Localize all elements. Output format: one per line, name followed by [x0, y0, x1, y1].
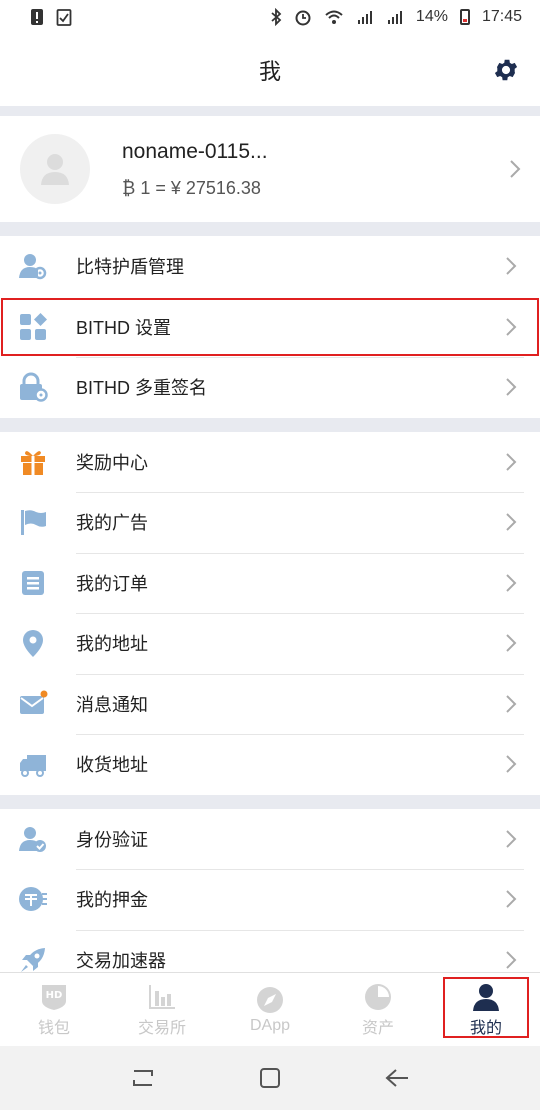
user-verified-icon: [18, 824, 48, 854]
svg-text:HD: HD: [46, 990, 63, 1001]
status-bar: 14% 17:45: [0, 0, 540, 34]
chevron-right-icon: [504, 256, 518, 276]
btc-rate: ₿ 1 = ¥ 27516.38: [122, 177, 261, 198]
header: 我: [0, 34, 540, 106]
menu-item-shield-manage[interactable]: 比特护盾管理: [0, 236, 540, 297]
bluetooth-icon: [271, 8, 282, 26]
menu-item-bithd-multisig[interactable]: BITHD 多重签名: [0, 357, 540, 418]
avatar: [20, 134, 90, 204]
menu-item-my-deposit[interactable]: 我的押金: [0, 869, 540, 930]
menu-item-label: BITHD 多重签名: [76, 378, 208, 399]
location-pin-icon: [18, 628, 48, 658]
menu-item-label: 我的地址: [76, 634, 148, 655]
settings-gear-icon[interactable]: [492, 56, 520, 84]
hd-wallet-icon: HD: [39, 982, 69, 1012]
chevron-right-icon: [504, 512, 518, 532]
mail-icon: [18, 689, 48, 719]
flag-icon: [18, 507, 48, 537]
battery-icon: [459, 9, 470, 25]
battery-percent: 14%: [415, 8, 448, 25]
chevron-right-icon: [504, 633, 518, 653]
tab-wallet[interactable]: HD 钱包: [0, 973, 108, 1046]
back-button[interactable]: [377, 1058, 417, 1098]
menu-item-label: 奖励中心: [76, 452, 148, 473]
back-arrow-icon: [385, 1069, 408, 1087]
home-button[interactable]: [250, 1058, 290, 1098]
menu-item-label: 身份验证: [76, 829, 148, 850]
tab-dapp[interactable]: DApp: [216, 973, 324, 1046]
rocket-icon: [18, 945, 48, 975]
menu-item-label: 我的押金: [76, 890, 148, 911]
chevron-right-icon: [504, 754, 518, 774]
chevron-right-icon: [504, 573, 518, 593]
lock-gear-icon: [18, 372, 48, 402]
account-group: 奖励中心 我的广告 我的订单 我的地址 消息通知 收货地址: [0, 431, 540, 795]
content: noname-0115... ₿ 1 = ¥ 27516.38 比特护盾管理 B…: [0, 106, 540, 1110]
profile-card[interactable]: noname-0115... ₿ 1 = ¥ 27516.38: [0, 116, 540, 222]
page-title: 我: [258, 59, 281, 84]
chevron-right-icon: [504, 889, 518, 909]
pie-chart-icon: [363, 982, 393, 1012]
bottom-tab-bar: HD 钱包 交易所 DApp 资产 我的: [0, 972, 540, 1046]
signal-3g-icon: [387, 11, 402, 24]
profile-name: noname-0115...: [122, 139, 268, 163]
menu-item-my-orders[interactable]: 我的订单: [0, 552, 540, 614]
menu-item-label: 消息通知: [76, 694, 148, 715]
menu-item-label: 比特护盾管理: [76, 257, 184, 278]
order-list-icon: [18, 568, 48, 598]
menu-item-label: 我的广告: [76, 513, 148, 534]
chevron-right-icon: [504, 452, 518, 472]
recent-apps-icon: [133, 1070, 154, 1086]
tab-label: 交易所: [137, 1019, 186, 1037]
menu-item-my-ads[interactable]: 我的广告: [0, 492, 540, 553]
tab-exchange[interactable]: 交易所: [108, 973, 216, 1046]
alert-icon: [31, 9, 43, 25]
tab-label: 我的: [469, 1019, 502, 1037]
home-square-icon: [259, 1068, 280, 1088]
chevron-right-icon: [504, 317, 518, 337]
compass-icon: [255, 985, 285, 1015]
chevron-right-icon: [504, 694, 518, 714]
chevron-right-icon: [504, 950, 518, 970]
menu-item-identity-verify[interactable]: 身份验证: [0, 809, 540, 870]
tab-label: 资产: [361, 1019, 394, 1037]
tab-label: DApp: [249, 1016, 291, 1034]
user-gear-icon: [18, 251, 48, 281]
tab-label: 钱包: [37, 1019, 70, 1037]
menu-item-my-address[interactable]: 我的地址: [0, 613, 540, 674]
exchange-chart-icon: [147, 982, 177, 1012]
signal-4g-icon: [357, 11, 372, 24]
menu-item-label: 我的订单: [76, 573, 148, 594]
chevron-right-icon: [504, 377, 518, 397]
gift-icon: [18, 447, 48, 477]
chevron-right-icon: [508, 159, 522, 179]
alarm-icon: [295, 10, 311, 26]
menu-item-bithd-settings[interactable]: BITHD 设置: [0, 297, 540, 358]
user-placeholder-icon: [41, 154, 69, 185]
menu-item-label: 交易加速器: [76, 950, 166, 971]
deposit-icon: [18, 884, 48, 914]
recent-apps-button[interactable]: [123, 1058, 163, 1098]
menu-item-rewards[interactable]: 奖励中心: [0, 432, 540, 493]
menu-item-label: BITHD 设置: [76, 317, 172, 338]
tab-assets[interactable]: 资产: [324, 973, 432, 1046]
device-group: 比特护盾管理 BITHD 设置 BITHD 多重签名: [0, 236, 540, 418]
tab-me[interactable]: 我的: [432, 973, 540, 1046]
truck-icon: [18, 749, 48, 779]
menu-item-notifications[interactable]: 消息通知: [0, 673, 540, 735]
task-check-icon: [56, 9, 72, 26]
menu-item-label: 收货地址: [76, 755, 148, 776]
chevron-right-icon: [504, 829, 518, 849]
wifi-icon: [325, 10, 343, 24]
person-icon: [471, 982, 501, 1012]
grid-settings-icon: [18, 312, 48, 342]
security-group: 身份验证 我的押金 交易加速器: [0, 808, 540, 990]
clock: 17:45: [481, 8, 522, 25]
system-nav-bar: [0, 1046, 540, 1110]
menu-item-shipping-address[interactable]: 收货地址: [0, 734, 540, 795]
